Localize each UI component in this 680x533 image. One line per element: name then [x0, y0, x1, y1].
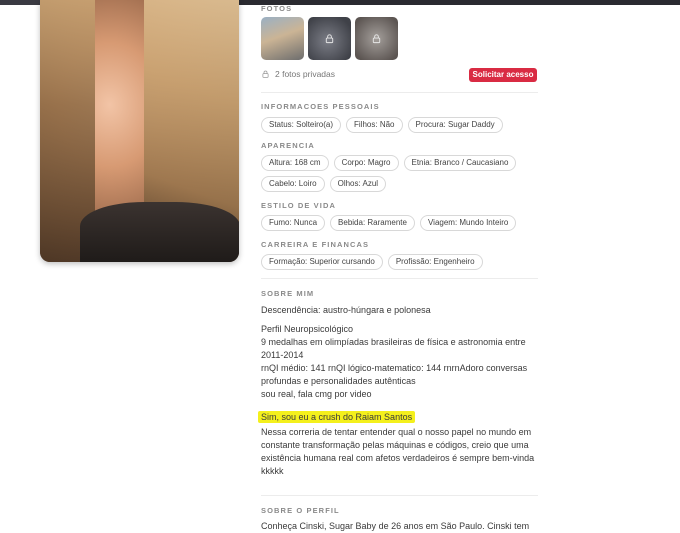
chip-children: Filhos: Não: [346, 117, 403, 133]
chip-drinking: Bebida: Raramente: [330, 215, 415, 231]
chip-status: Status: Solteiro(a): [261, 117, 342, 133]
about-line: existência humana real com afetos verdad…: [261, 453, 535, 463]
chip-travel: Viagem: Mundo Inteiro: [419, 215, 517, 231]
about-line: kkkkk: [261, 466, 284, 476]
about-line: 2011-2014: [261, 350, 304, 360]
section-label-lifestyle: ESTILO DE VIDA: [261, 201, 336, 210]
lock-icon: [372, 34, 381, 44]
section-label-appearance: APARENCIA: [261, 141, 315, 150]
chip-seeking: Procura: Sugar Daddy: [407, 117, 503, 133]
section-label-career: CARREIRA E FINANCAS: [261, 240, 370, 249]
private-photo-thumbnail[interactable]: [355, 17, 398, 60]
about-line: profundas e personalidades autênticas: [261, 376, 416, 386]
section-label-profile: SOBRE O PERFIL: [261, 506, 340, 515]
personal-chips: Status: Solteiro(a) Filhos: Não Procura:…: [261, 117, 503, 133]
about-line: constante transformação pelas máquinas e…: [261, 440, 529, 450]
career-chips: Formação: Superior cursando Profissão: E…: [261, 254, 483, 270]
private-photos-count: 2 fotos privadas: [275, 69, 336, 79]
chip-smoking: Fumo: Nunca: [261, 215, 326, 231]
section-label-personal: INFORMACOES PESSOAIS: [261, 102, 380, 111]
chip-eyes: Olhos: Azul: [329, 176, 387, 192]
request-access-button[interactable]: Solicitar acesso: [469, 68, 537, 82]
section-label-photos: FOTOS: [261, 4, 293, 13]
lock-icon: [325, 34, 334, 44]
appearance-chips-row1: Altura: 168 cm Corpo: Magro Etnia: Branc…: [261, 155, 517, 171]
about-highlight-line: Sim, sou eu a crush do Raiam Santos: [258, 411, 541, 424]
chip-body: Corpo: Magro: [333, 155, 399, 171]
about-line: sou real, fala cmg por video: [261, 389, 372, 399]
appearance-chips-row2: Cabelo: Loiro Olhos: Azul: [261, 176, 387, 192]
section-label-about: SOBRE MIM: [261, 289, 315, 298]
divider: [261, 278, 538, 279]
chip-hair: Cabelo: Loiro: [261, 176, 325, 192]
about-line: 9 medalhas em olimpíadas brasileiras de …: [261, 337, 526, 347]
lock-icon: [262, 70, 269, 78]
profile-photo[interactable]: [40, 0, 239, 262]
divider: [261, 92, 538, 93]
about-line: Perfil Neuropsicológico: [261, 324, 354, 334]
chip-height: Altura: 168 cm: [261, 155, 329, 171]
private-photos-info: 2 fotos privadas: [261, 69, 335, 79]
about-line: Nessa correria de tentar entender qual o…: [261, 427, 532, 437]
lifestyle-chips: Fumo: Nunca Bebida: Raramente Viagem: Mu…: [261, 215, 517, 231]
private-photo-thumbnail[interactable]: [308, 17, 351, 60]
photo-thumbnail[interactable]: [261, 17, 304, 60]
chip-ethnicity: Etnia: Branco / Caucasiano: [403, 155, 517, 171]
about-ancestry: Descendência: austro-húngara e polonesa: [261, 305, 431, 315]
chip-profession: Profissão: Engenheiro: [387, 254, 483, 270]
chip-education: Formação: Superior cursando: [261, 254, 383, 270]
divider: [261, 495, 538, 496]
about-line: rnQI médio: 141 rnQI lógico-matematico: …: [261, 363, 528, 373]
highlighted-text: Sim, sou eu a crush do Raiam Santos: [258, 411, 416, 423]
